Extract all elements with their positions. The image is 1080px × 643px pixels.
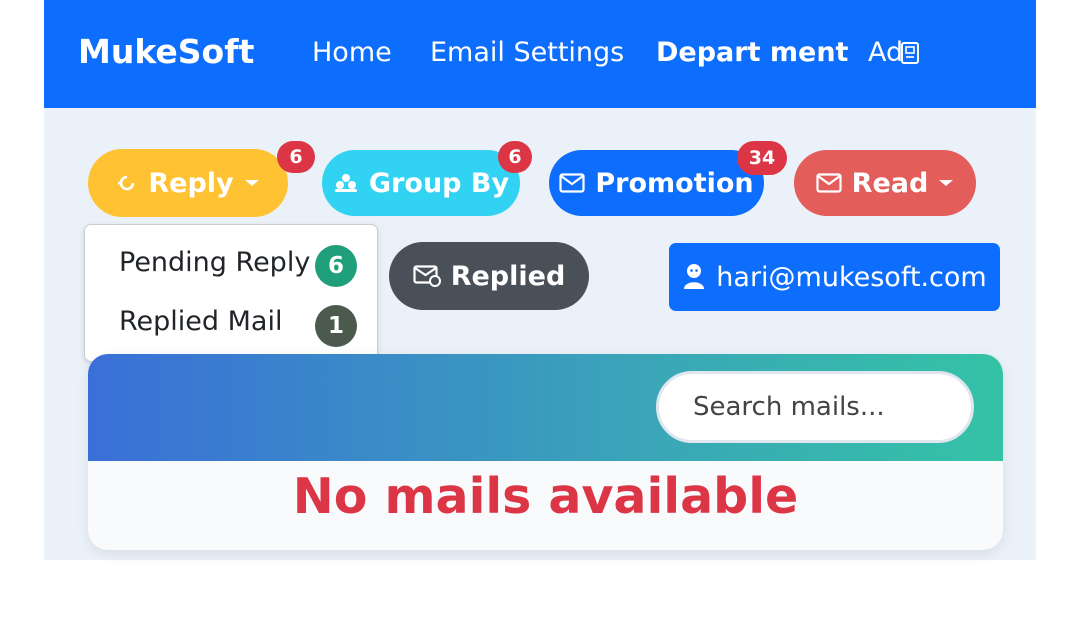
replied-filter-label: Replied	[450, 260, 566, 292]
group-icon	[334, 174, 357, 192]
user-icon	[684, 264, 705, 289]
empty-state-message: No mails available	[292, 468, 799, 525]
chevron-down-icon	[939, 180, 954, 186]
pending-reply-count: 6	[315, 245, 357, 287]
reply-count-badge: 6	[277, 141, 315, 173]
dropdown-item-replied-mail[interactable]: Replied Mail 1	[85, 300, 375, 350]
envelope-check-icon	[413, 265, 441, 287]
reply-dropdown-menu: Pending Reply 6 Replied Mail 1	[84, 224, 378, 362]
user-account-button[interactable]: hari@mukesoft.com	[669, 243, 1000, 311]
promotion-label: Promotion	[595, 167, 754, 199]
read-filter-label: Read	[851, 167, 929, 199]
brand-logo[interactable]: MukeSoft	[78, 32, 254, 71]
nav-add[interactable]: Ad	[868, 37, 921, 68]
dropdown-item-label: Pending Reply	[119, 247, 311, 278]
reply-filter-label: Reply	[148, 167, 234, 199]
envelope-icon	[559, 173, 585, 193]
chevron-down-icon	[244, 180, 259, 186]
dropdown-item-pending-reply[interactable]: Pending Reply 6	[85, 241, 375, 291]
group-by-count-badge: 6	[498, 141, 532, 173]
promotion-button[interactable]: Promotion	[549, 150, 764, 216]
nav-email-settings[interactable]: Email Settings	[430, 37, 624, 68]
group-by-label: Group By	[368, 167, 510, 199]
reply-icon	[118, 175, 135, 191]
mail-list-header: Search mails...	[88, 354, 1003, 461]
read-filter-button[interactable]: Read	[794, 150, 976, 216]
nav-home[interactable]: Home	[312, 37, 392, 68]
replied-filter-button[interactable]: Replied	[389, 242, 589, 310]
nav-department[interactable]: Depart ment	[656, 37, 848, 68]
group-by-button[interactable]: Group By	[322, 150, 520, 216]
mail-list-card: Search mails... No mails available	[88, 354, 1003, 550]
promotion-count-badge: 34	[737, 141, 787, 175]
nav-add-label: Ad	[868, 37, 904, 68]
navbar: MukeSoft Home Email Settings Depart ment…	[44, 0, 1036, 108]
user-email: hari@mukesoft.com	[716, 261, 987, 293]
replied-mail-count: 1	[315, 305, 357, 347]
reply-filter-button[interactable]: Reply	[88, 149, 288, 217]
app-frame: MukeSoft Home Email Settings Depart ment…	[44, 0, 1036, 560]
add-mail-icon	[901, 41, 920, 64]
dropdown-item-label: Replied Mail	[119, 306, 283, 337]
envelope-icon	[816, 173, 842, 193]
search-input[interactable]: Search mails...	[656, 371, 974, 443]
